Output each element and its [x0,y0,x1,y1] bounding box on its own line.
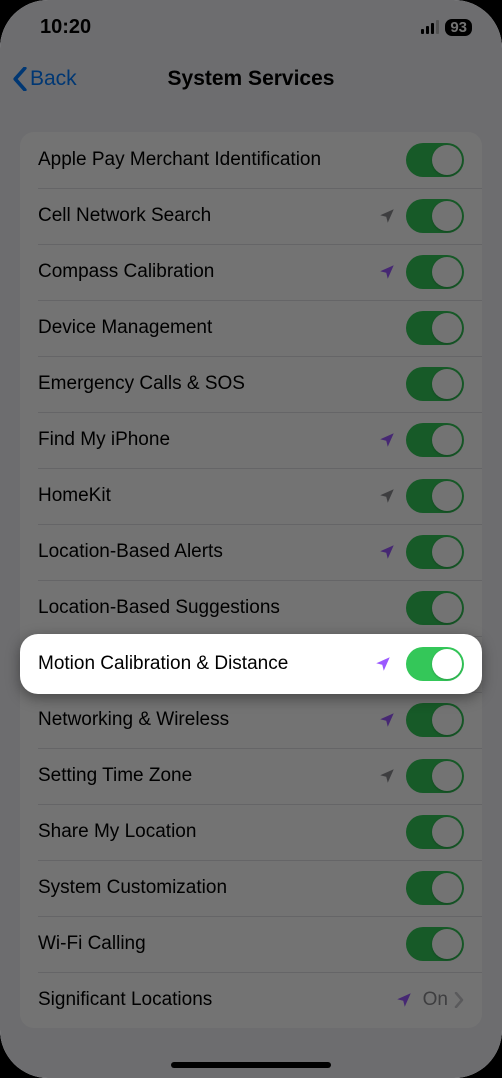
toggle-switch[interactable] [406,535,464,569]
cellular-signal-icon [421,20,439,34]
toggle-switch[interactable] [406,871,464,905]
row-label: Networking & Wireless [38,709,378,731]
status-time: 10:20 [40,16,91,39]
location-arrow-icon [378,207,396,225]
toggle-switch[interactable] [406,815,464,849]
chevron-left-icon [12,67,28,91]
toggle-switch[interactable] [406,311,464,345]
toggle-switch[interactable] [406,927,464,961]
toggle-switch[interactable] [406,255,464,289]
row-label: Device Management [38,317,406,339]
nav-bar: Back System Services [0,54,502,104]
row-label: Find My iPhone [38,429,378,451]
location-arrow-icon [378,711,396,729]
list-row[interactable]: Significant Locations On [20,972,482,1028]
row-label: Setting Time Zone [38,765,378,787]
list-row: Find My iPhone [20,412,482,468]
list-row: Wi-Fi Calling [20,916,482,972]
row-label: Motion Calibration & Distance [38,653,374,675]
toggle-switch[interactable] [406,591,464,625]
location-arrow-icon [378,543,396,561]
location-arrow-icon [374,655,392,673]
chevron-right-icon [454,992,464,1008]
row-label: System Customization [38,877,406,899]
toggle-switch[interactable] [406,367,464,401]
row-label: HomeKit [38,485,378,507]
row-label: Cell Network Search [38,205,378,227]
list-row: Location-Based Suggestions [20,580,482,636]
location-arrow-icon [395,991,413,1009]
list-row: Apple Pay Merchant Identification [20,132,482,188]
back-button[interactable]: Back [0,67,77,91]
row-value: On [423,989,448,1011]
status-right: 93 [421,19,472,36]
home-indicator [171,1062,331,1068]
settings-list: Apple Pay Merchant Identification Cell Ne… [20,132,482,1028]
row-label: Wi-Fi Calling [38,933,406,955]
list-row: Compass Calibration [20,244,482,300]
list-row: Device Management [20,300,482,356]
highlighted-row[interactable]: Motion Calibration & Distance [20,634,482,694]
toggle-switch[interactable] [406,423,464,457]
device-frame: 10:20 93 Back System Services Apple Pay … [0,0,502,1078]
list-row: Emergency Calls & SOS [20,356,482,412]
toggle-switch[interactable] [406,759,464,793]
list-row: Networking & Wireless [20,692,482,748]
list-row: Share My Location [20,804,482,860]
row-label: Significant Locations [38,989,395,1011]
status-bar: 10:20 93 [0,0,502,54]
list-row: Setting Time Zone [20,748,482,804]
back-label: Back [30,67,77,91]
row-label: Emergency Calls & SOS [38,373,406,395]
row-label: Compass Calibration [38,261,378,283]
list-row: Location-Based Alerts [20,524,482,580]
toggle-switch[interactable] [406,479,464,513]
location-arrow-icon [378,263,396,281]
list-row: Cell Network Search [20,188,482,244]
row-label: Location-Based Alerts [38,541,378,563]
location-arrow-icon [378,487,396,505]
location-arrow-icon [378,767,396,785]
toggle-switch[interactable] [406,199,464,233]
row-label: Apple Pay Merchant Identification [38,149,406,171]
list-row: HomeKit [20,468,482,524]
battery-badge: 93 [445,19,472,36]
toggle-switch[interactable] [406,647,464,681]
row-label: Location-Based Suggestions [38,597,406,619]
toggle-switch[interactable] [406,143,464,177]
toggle-switch[interactable] [406,703,464,737]
list-row: System Customization [20,860,482,916]
location-arrow-icon [378,431,396,449]
row-label: Share My Location [38,821,406,843]
